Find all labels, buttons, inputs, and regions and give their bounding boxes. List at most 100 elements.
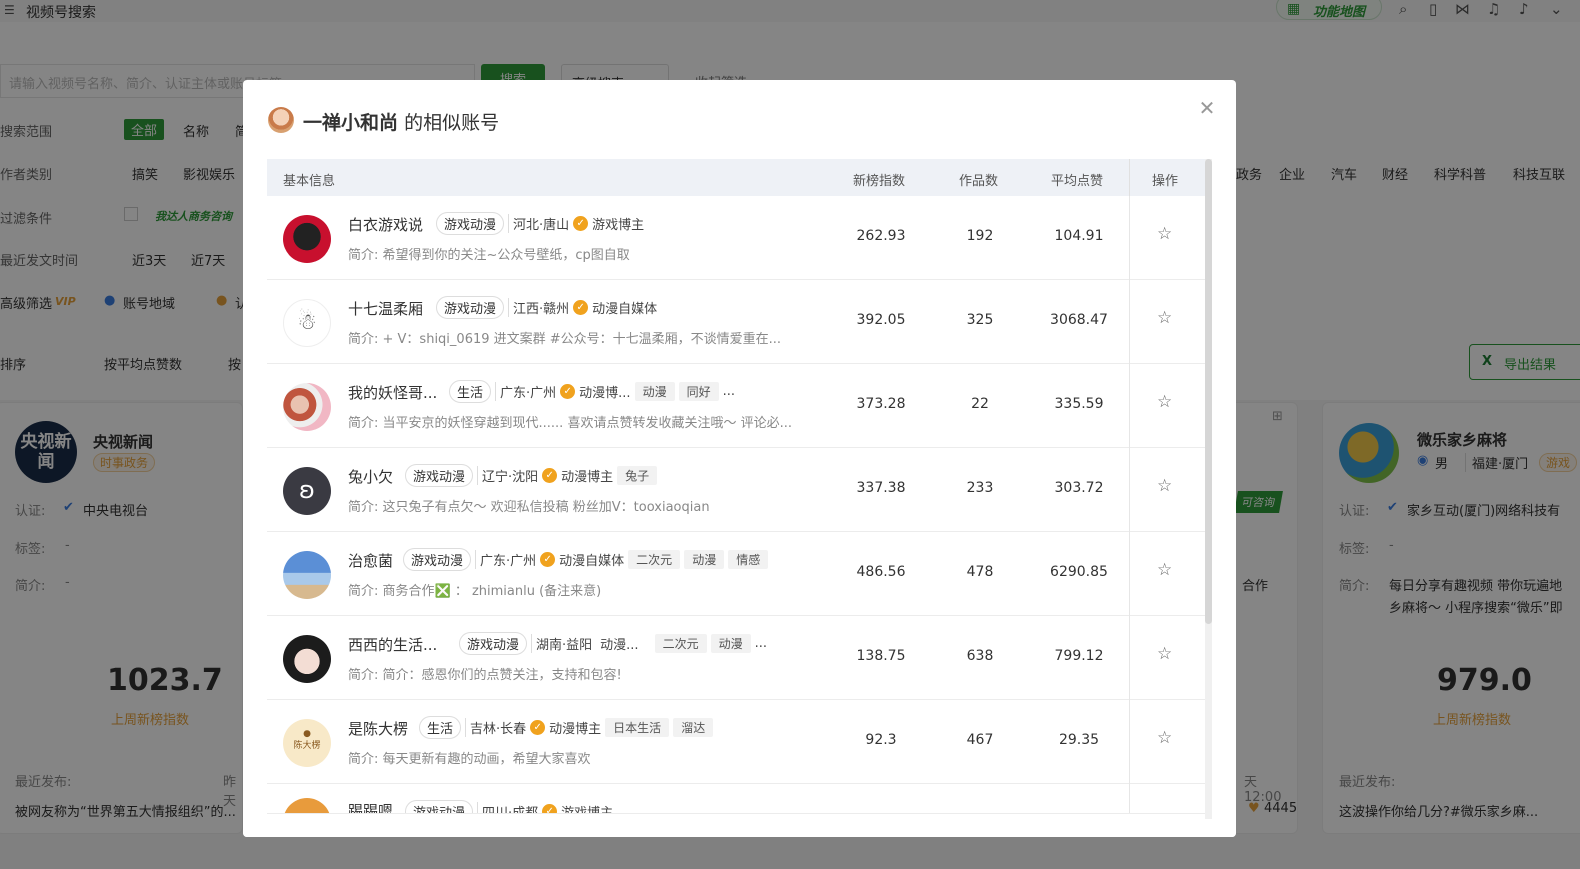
table-row[interactable]: ☃ 十七温柔厢 游戏动漫 江西·赣州 ✓ 动漫自媒体 简介: + V：shiqi… xyxy=(267,280,1205,364)
region: 四川·成都 xyxy=(477,802,538,813)
index-value: 373.28 xyxy=(856,396,906,412)
label-tag: 二次元 xyxy=(654,634,707,653)
region: 辽宁·沈阳 xyxy=(477,466,538,485)
table-row[interactable]: 我的妖怪哥... 生活 广东·广州 ✓ 动漫博... 动漫 同好 ... 简介:… xyxy=(267,364,1205,448)
star-icon[interactable]: ☆ xyxy=(1157,392,1172,412)
verified-icon: ✓ xyxy=(560,384,576,399)
close-icon[interactable]: ✕ xyxy=(1195,96,1219,120)
scrollbar-thumb[interactable] xyxy=(1205,159,1212,624)
label-tag: 兔子 xyxy=(617,466,658,485)
account-name[interactable]: 十七温柔厢 xyxy=(348,298,423,319)
divider xyxy=(1129,700,1130,784)
star-icon[interactable]: ☆ xyxy=(1157,308,1172,328)
account-name[interactable]: 西西的生活... xyxy=(348,634,437,655)
likes-value: 6290.85 xyxy=(1050,564,1108,580)
table-row[interactable]: ● 陈大楞 是陈大楞 生活 吉林·长春 ✓ 动漫博主 日本生活 溜达 简介: 每天… xyxy=(267,700,1205,784)
verify-type: 动漫博... xyxy=(579,386,631,401)
modal-title-suffix: 的相似账号 xyxy=(404,112,500,134)
avatar xyxy=(283,635,331,683)
account-name[interactable]: 我的妖怪哥... xyxy=(348,382,437,403)
category-tag: 游戏动漫 xyxy=(403,548,472,571)
category-tag: 游戏动漫 xyxy=(405,464,474,487)
category-tag: 游戏动漫 xyxy=(436,212,505,235)
index-value: 262.93 xyxy=(856,228,906,244)
table-row[interactable]: 白衣游戏说 游戏动漫 河北·唐山 ✓ 游戏博主 简介: 希望得到你的关注~公众号… xyxy=(267,196,1205,280)
verified-icon: ✓ xyxy=(573,300,589,315)
works-value: 478 xyxy=(966,564,994,580)
verify-type: 游戏博主 xyxy=(561,806,614,814)
verified-icon: ✓ xyxy=(542,804,558,813)
header-works: 作品数 xyxy=(959,174,999,189)
description: 简介: 这只兔子有点欠～ 欢迎私信投稿 粉丝加V：tooxiaoqian xyxy=(348,500,710,515)
star-icon[interactable]: ☆ xyxy=(1157,224,1172,244)
category-tag: 生活 xyxy=(419,716,462,739)
avatar-yichan xyxy=(268,107,294,133)
region: 吉林·长春 xyxy=(465,718,526,737)
modal-title: 一禅小和尚 的相似账号 xyxy=(303,108,499,135)
star-icon[interactable]: ☆ xyxy=(1157,728,1172,748)
description: 简介: 当平安京的妖怪穿越到现代...... 喜欢请点赞转发收藏关注哦～ 评论必… xyxy=(348,416,792,431)
description: 简介: 商务合作❎ ： zhimianlu (备注来意) xyxy=(348,584,602,599)
avatar xyxy=(283,551,331,599)
likes-value: 335.59 xyxy=(1054,396,1104,412)
modal-account-name: 一禅小和尚 xyxy=(303,112,399,134)
header-index: 新榜指数 xyxy=(853,174,906,189)
header-action: 操作 xyxy=(1152,174,1179,189)
category-tag: 生活 xyxy=(449,380,492,403)
index-value: 92.3 xyxy=(865,732,897,748)
verified-icon: ✓ xyxy=(542,468,558,483)
star-icon[interactable]: ☆ xyxy=(1157,560,1172,580)
label-tag: 溜达 xyxy=(673,718,714,737)
avatar-text: 陈大楞 xyxy=(293,741,321,751)
description: 简介: + V：shiqi_0619 进文案群 #公众号：十七温柔厢，不谈情爱重… xyxy=(348,332,782,347)
region: 广东·广州 xyxy=(475,550,536,569)
table-row[interactable]: 治愈菌 游戏动漫 广东·广州 ✓ 动漫自媒体 二次元 动漫 情感 简介: 商务合… xyxy=(267,532,1205,616)
category-tag: 游戏动漫 xyxy=(459,632,528,655)
star-icon[interactable]: ☆ xyxy=(1157,476,1172,496)
star-icon[interactable]: ☆ xyxy=(1157,644,1172,664)
works-value: 192 xyxy=(966,228,994,244)
verify-type: 动漫自媒体 xyxy=(559,554,625,569)
verify-type: 游戏博主 xyxy=(592,218,645,233)
label-tag: 动漫 xyxy=(710,634,751,653)
verify-type: 动漫... xyxy=(600,638,639,653)
avatar: ☃ xyxy=(283,299,331,347)
table-row[interactable]: ʚ 兔小欠 游戏动漫 辽宁·沈阳 ✓ 动漫博主 兔子 简介: 这只兔子有点欠～ … xyxy=(267,448,1205,532)
table-row[interactable]: 踢踢嗯 游戏动漫 四川·成都 ✓ 游戏博主 xyxy=(267,784,1205,814)
account-name[interactable]: 兔小欠 xyxy=(348,466,393,487)
account-name[interactable]: 白衣游戏说 xyxy=(348,214,423,235)
verify-type: 动漫博主 xyxy=(561,470,614,485)
divider xyxy=(1129,364,1130,448)
verified-icon: ✓ xyxy=(540,552,556,567)
avatar: ● 陈大楞 xyxy=(283,719,331,767)
label-tag: 情感 xyxy=(728,550,769,569)
table-row[interactable]: 西西的生活... 游戏动漫 湖南·益阳 动漫... 二次元 动漫 ... 简介:… xyxy=(267,616,1205,700)
label-tag: 动漫 xyxy=(684,550,725,569)
works-value: 325 xyxy=(966,312,994,328)
likes-value: 799.12 xyxy=(1054,648,1104,664)
header-basic-info: 基本信息 xyxy=(283,174,336,189)
index-value: 337.38 xyxy=(856,480,906,496)
verify-type: 动漫博主 xyxy=(549,722,602,737)
label-tag: 动漫 xyxy=(634,382,675,401)
works-value: 467 xyxy=(966,732,994,748)
description: 简介: 每天更新有趣的动画，希望大家喜欢 xyxy=(348,752,591,767)
account-name[interactable]: 治愈菌 xyxy=(348,550,393,571)
region: 江西·赣州 xyxy=(508,298,569,317)
verified-icon: ✓ xyxy=(573,216,589,231)
avatar xyxy=(283,798,331,813)
index-value: 486.56 xyxy=(856,564,906,580)
region: 广东·广州 xyxy=(495,382,556,401)
divider xyxy=(1129,448,1130,532)
divider xyxy=(1129,784,1130,813)
divider xyxy=(1129,280,1130,364)
more-tags: ... xyxy=(754,636,767,651)
description: 简介: 简介：感恩你们的点赞关注，支持和包容! xyxy=(348,668,622,683)
likes-value: 3068.47 xyxy=(1050,312,1108,328)
account-name[interactable]: 踢踢嗯 xyxy=(348,800,393,813)
divider xyxy=(1129,159,1130,196)
label-tag: 日本生活 xyxy=(605,718,670,737)
region: 湖南·益阳 xyxy=(531,634,592,653)
works-value: 233 xyxy=(966,480,994,496)
account-name[interactable]: 是陈大楞 xyxy=(348,718,408,739)
